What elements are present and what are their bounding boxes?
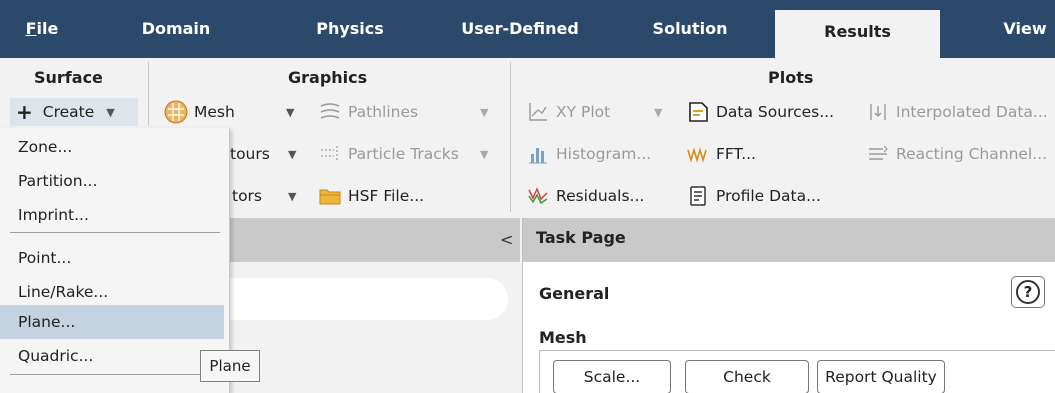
- residuals-button[interactable]: Residuals...: [526, 182, 644, 210]
- fft-icon: [686, 142, 710, 166]
- menu-item-line-rake[interactable]: Line/Rake...: [0, 275, 224, 309]
- tab-file-mnemonic: F: [25, 19, 37, 38]
- fft-button[interactable]: FFT...: [686, 140, 756, 168]
- contours-label: tours: [230, 145, 270, 163]
- particle-tracks-button[interactable]: Particle Tracks: [318, 140, 459, 168]
- tooltip: Plane: [200, 350, 260, 382]
- data-sources-button[interactable]: Data Sources...: [686, 98, 834, 126]
- graphics-group-title: Graphics: [288, 68, 368, 87]
- help-button[interactable]: ?: [1011, 276, 1045, 308]
- create-dropdown-menu: Zone... Partition... Imprint... Point...…: [0, 128, 230, 393]
- pathlines-button[interactable]: Pathlines: [318, 98, 418, 126]
- menu-item-partition[interactable]: Partition...: [0, 164, 224, 198]
- vectors-button[interactable]: tors: [232, 182, 262, 210]
- tab-physics[interactable]: Physics: [300, 0, 400, 58]
- menu-separator: [10, 232, 220, 233]
- general-title: General: [539, 284, 610, 303]
- xy-plot-dropdown-icon[interactable]: ▼: [654, 106, 662, 119]
- profile-data-icon: [686, 184, 710, 208]
- mesh-section-title: Mesh: [539, 328, 587, 347]
- menu-item-point[interactable]: Point...: [0, 241, 224, 275]
- histogram-label: Histogram...: [556, 145, 652, 163]
- chevron-down-icon: ▼: [106, 105, 115, 119]
- particle-tracks-icon: [318, 142, 342, 166]
- menu-item-zone[interactable]: Zone...: [0, 130, 224, 164]
- mesh-dropdown-icon[interactable]: ▼: [286, 106, 294, 119]
- profile-data-label: Profile Data...: [716, 187, 821, 205]
- hsf-file-label: HSF File...: [348, 187, 425, 205]
- ribbon-divider: [510, 62, 511, 212]
- collapse-panel-icon[interactable]: <: [500, 230, 513, 249]
- reacting-channel-button[interactable]: Reacting Channel...: [866, 140, 1047, 168]
- vectors-dropdown-icon[interactable]: ▼: [288, 190, 296, 203]
- histogram-button[interactable]: Histogram...: [526, 140, 651, 168]
- data-sources-label: Data Sources...: [716, 103, 835, 121]
- check-button[interactable]: Check: [685, 360, 809, 393]
- interpolated-data-label: Interpolated Data...: [896, 103, 1048, 121]
- plus-icon: +: [16, 100, 33, 124]
- tab-results[interactable]: Results: [775, 10, 940, 58]
- residuals-label: Residuals...: [556, 187, 645, 205]
- particle-tracks-label: Particle Tracks: [348, 145, 459, 163]
- mesh-button[interactable]: Mesh: [164, 98, 235, 126]
- create-label: Create: [42, 103, 95, 121]
- pathlines-icon: [318, 100, 342, 124]
- interpolated-data-icon: [866, 100, 890, 124]
- document-icon: [686, 100, 710, 124]
- folder-icon: [318, 184, 342, 208]
- report-quality-button[interactable]: Report Quality: [817, 360, 945, 393]
- task-page-header: Task Page: [523, 218, 1055, 262]
- tab-view[interactable]: View: [995, 0, 1055, 58]
- xy-plot-button[interactable]: XY Plot: [526, 98, 610, 126]
- help-icon: ?: [1016, 280, 1040, 304]
- menu-bar: File Domain Physics User-Defined Solutio…: [0, 0, 1055, 58]
- hsf-file-button[interactable]: HSF File...: [318, 182, 424, 210]
- tab-user-defined[interactable]: User-Defined: [450, 0, 590, 58]
- menu-item-quadric[interactable]: Quadric...: [0, 339, 224, 373]
- residuals-icon: [526, 184, 550, 208]
- plots-group-title: Plots: [768, 68, 814, 87]
- search-input[interactable]: [200, 278, 508, 320]
- contours-button[interactable]: tours: [230, 140, 270, 168]
- pathlines-label: Pathlines: [348, 103, 419, 121]
- xy-plot-icon: [526, 100, 550, 124]
- menu-separator: [10, 374, 220, 375]
- tab-solution[interactable]: Solution: [640, 0, 740, 58]
- fft-label: FFT...: [716, 145, 756, 163]
- vectors-label: tors: [232, 187, 263, 205]
- menu-item-plane[interactable]: Plane...: [0, 305, 224, 339]
- surface-group-title: Surface: [34, 68, 103, 87]
- scale-button[interactable]: Scale...: [553, 360, 671, 393]
- pathlines-dropdown-icon[interactable]: ▼: [480, 106, 488, 119]
- tab-file-label: ile: [36, 19, 59, 38]
- profile-data-button[interactable]: Profile Data...: [686, 182, 821, 210]
- mesh-label: Mesh: [194, 103, 235, 121]
- tab-domain[interactable]: Domain: [126, 0, 226, 58]
- menu-item-imprint[interactable]: Imprint...: [0, 198, 224, 232]
- ribbon-divider: [148, 62, 149, 126]
- contours-dropdown-icon[interactable]: ▼: [288, 148, 296, 161]
- task-page: Task Page General ? Mesh Scale... Check …: [522, 218, 1055, 393]
- reacting-channel-label: Reacting Channel...: [896, 145, 1048, 163]
- create-button[interactable]: + Create ▼: [10, 98, 138, 126]
- histogram-icon: [526, 142, 550, 166]
- interpolated-data-button[interactable]: Interpolated Data...: [866, 98, 1048, 126]
- reacting-channel-icon: [866, 142, 890, 166]
- mesh-icon: [164, 100, 188, 124]
- task-page-title: Task Page: [536, 228, 626, 247]
- tab-file[interactable]: File: [14, 0, 70, 58]
- xy-plot-label: XY Plot: [556, 103, 611, 121]
- particle-tracks-dropdown-icon[interactable]: ▼: [480, 148, 488, 161]
